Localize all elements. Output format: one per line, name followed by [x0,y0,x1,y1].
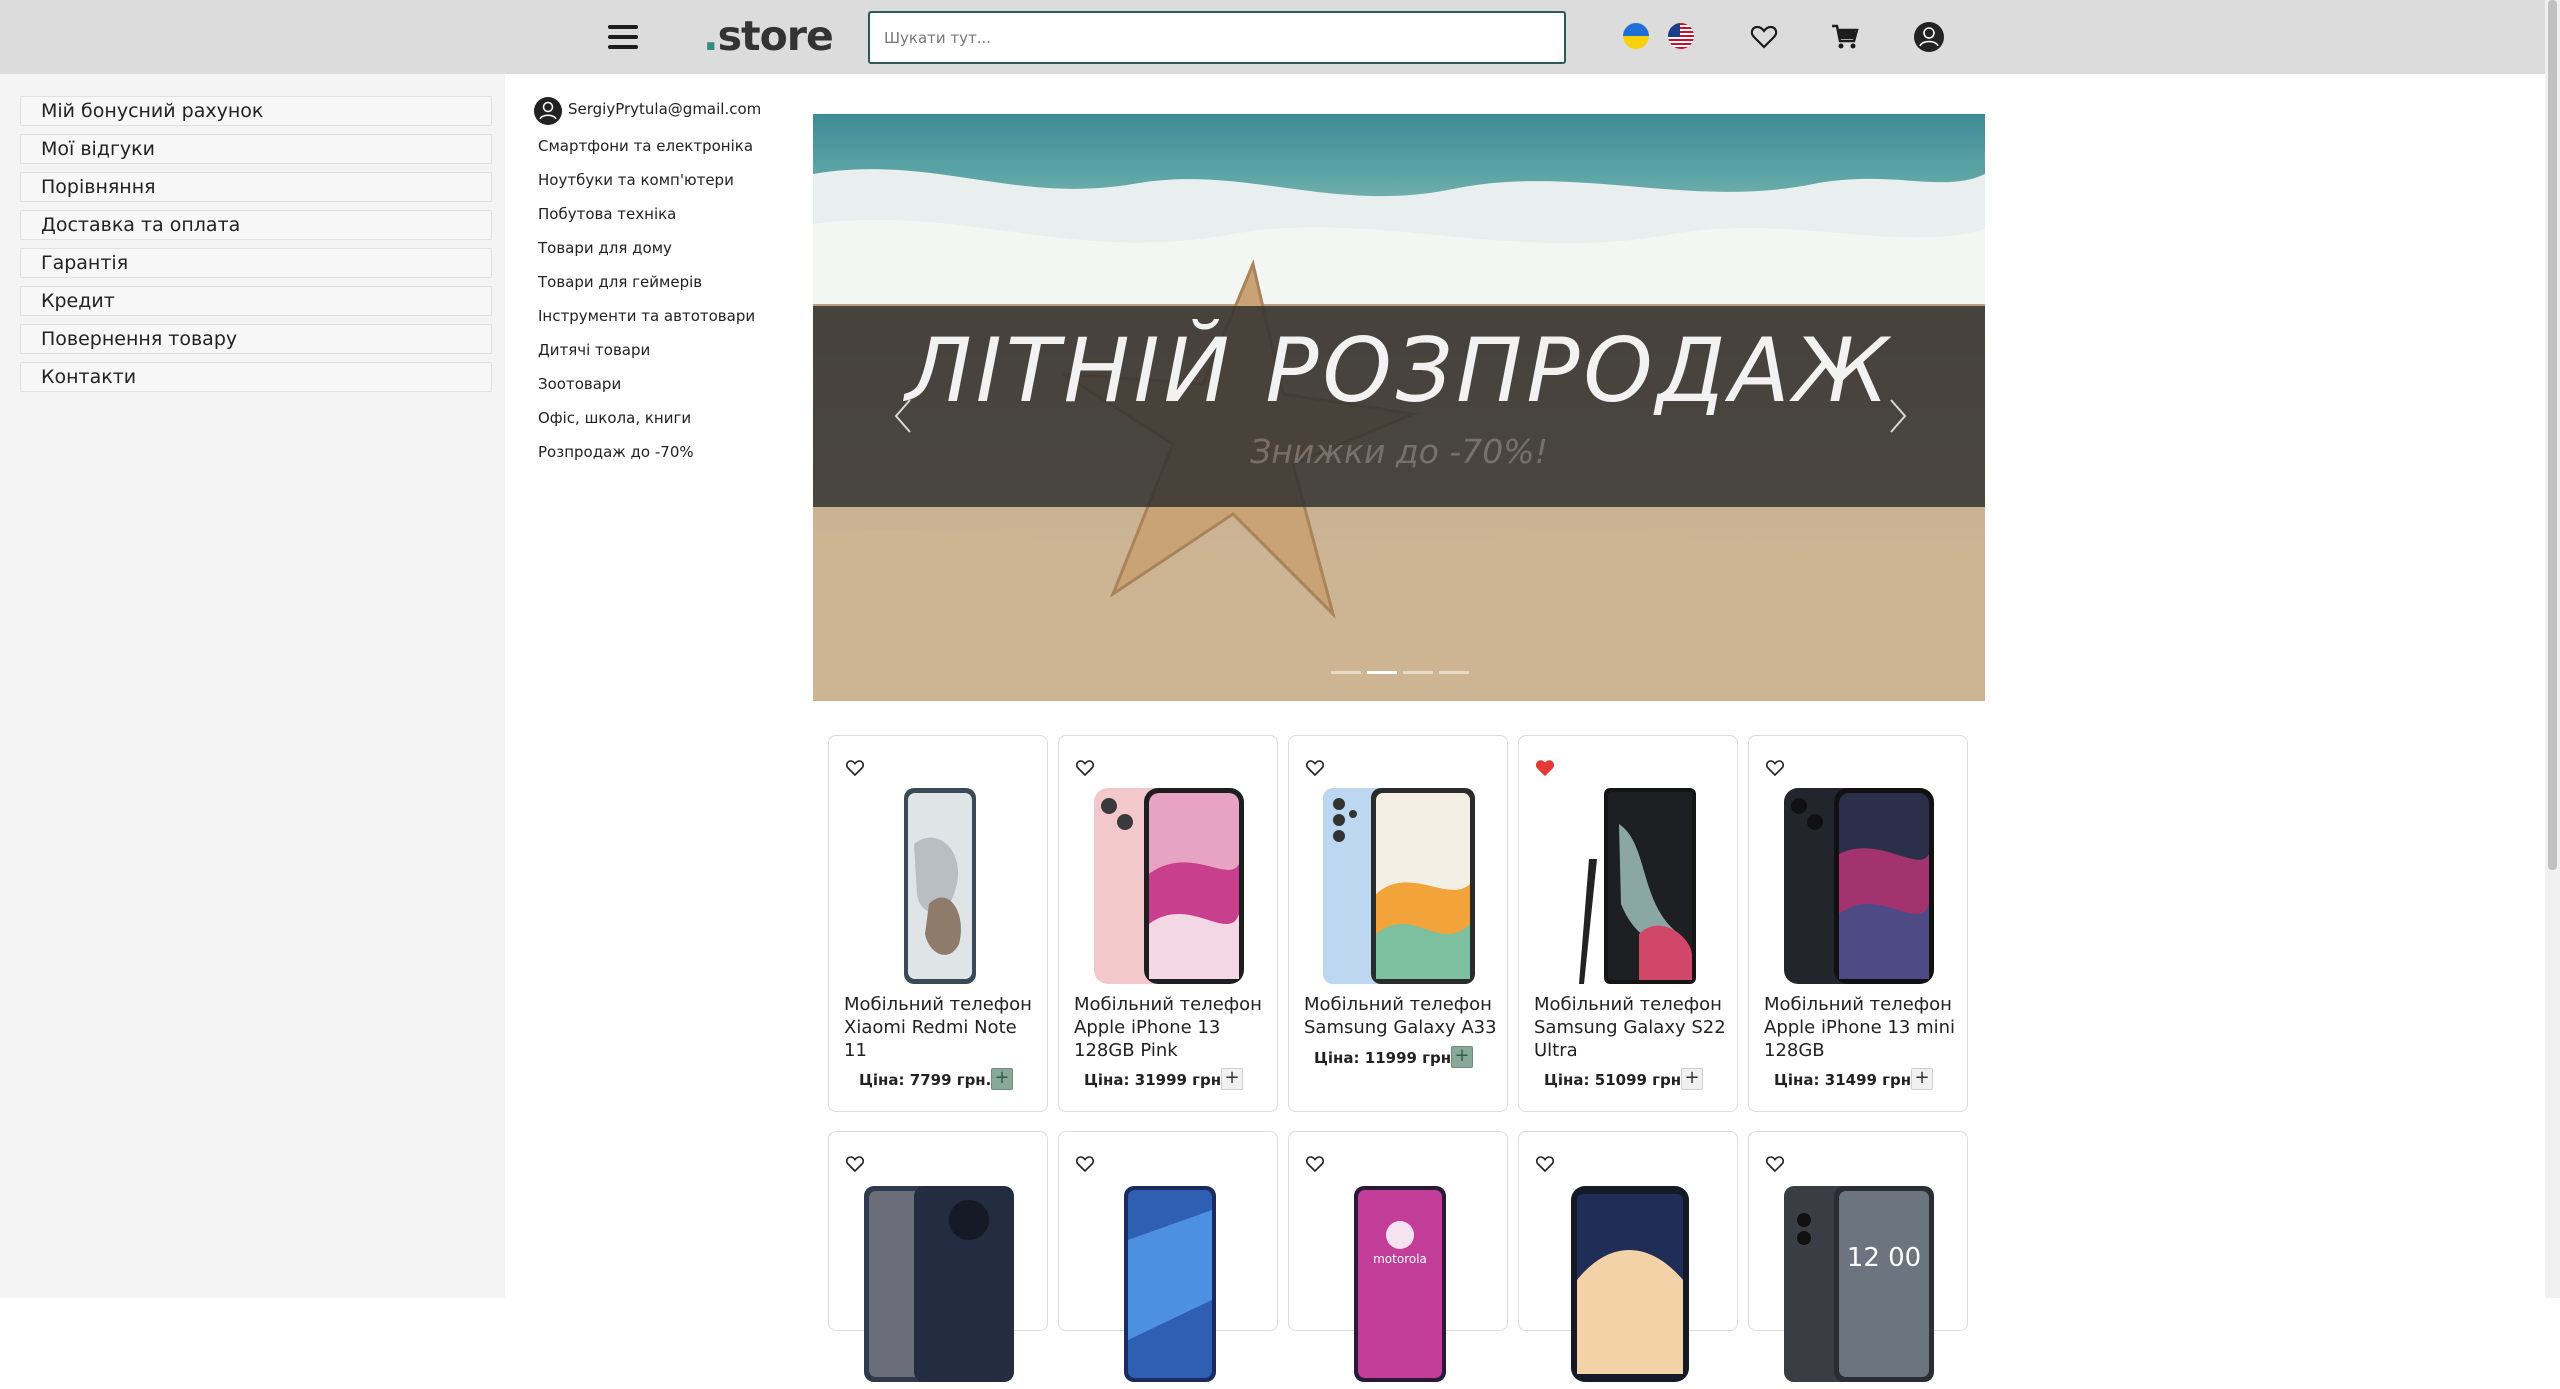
heart-icon[interactable] [1749,22,1779,52]
favorite-heart-icon[interactable] [1535,1154,1555,1174]
add-to-compare-button[interactable]: + [991,1068,1013,1090]
store-logo[interactable]: .store [703,12,834,60]
product-image-nokia[interactable] [859,1180,1019,1385]
product-card[interactable] [828,1131,1048,1382]
banner-subtitle: Знижки до -70%! [1250,432,1548,471]
carousel-indicator-active[interactable] [1367,671,1397,674]
sidebar-item-warranty[interactable]: Гарантія [20,248,492,278]
logo-text: store [717,12,834,60]
category-kids[interactable]: Дитячі товари [538,341,650,359]
product-card[interactable]: 12 00 [1748,1131,1968,1382]
menu-icon[interactable] [608,25,638,49]
favorite-heart-icon[interactable] [1075,1154,1095,1174]
favorite-heart-icon[interactable] [1305,758,1325,778]
product-image-xiaomi[interactable] [859,784,1019,989]
add-to-compare-button[interactable]: + [1221,1068,1243,1090]
page-scrollbar[interactable] [2545,0,2560,1298]
product-title[interactable]: Мобільний телефон Apple iPhone 13 mini 1… [1764,993,1959,1062]
product-price: Ціна: 31999 грн. [1084,1071,1227,1089]
sidebar-item-bonus[interactable]: Мій бонусний рахунок [20,96,492,126]
product-image-iphone13-mini[interactable] [1779,784,1939,989]
product-image-iphone-se[interactable] [1549,1180,1709,1385]
product-title[interactable]: Мобільний телефон Samsung Galaxy A33 [1304,993,1499,1039]
sidebar-item-credit[interactable]: Кредит [20,286,492,316]
cart-icon[interactable] [1830,22,1860,52]
favorite-heart-icon[interactable] [1075,758,1095,778]
carousel-next-icon[interactable] [1883,386,1913,446]
sidebar-item-compare[interactable]: Порівняння [20,172,492,202]
phone-clock-text: 12 00 [1846,1243,1922,1273]
carousel-indicators [1331,671,1475,677]
add-to-compare-button[interactable]: + [1451,1046,1473,1068]
product-card[interactable]: motorola [1288,1131,1508,1382]
product-card[interactable]: Мобільний телефон Apple iPhone 13 mini 1… [1748,735,1968,1112]
product-card[interactable] [1058,1131,1278,1382]
add-to-compare-button[interactable]: + [1911,1068,1933,1090]
product-price: Ціна: 7799 грн. [859,1071,992,1089]
search-input[interactable] [868,11,1566,64]
product-image-iphone13-pink[interactable] [1089,784,1249,989]
product-image-blue-phone[interactable] [1089,1180,1249,1385]
product-image-galaxy-a33[interactable] [1319,784,1479,989]
carousel-indicator[interactable] [1439,671,1469,674]
category-pets[interactable]: Зоотовари [538,375,621,393]
product-card[interactable]: Мобільний телефон Xiaomi Redmi Note 11 Ц… [828,735,1048,1112]
sidebar-item-returns[interactable]: Повернення товару [20,324,492,354]
product-price: Ціна: 51099 грн. [1544,1071,1687,1089]
product-price: Ціна: 31499 грн. [1774,1071,1917,1089]
add-to-compare-button[interactable]: + [1681,1068,1703,1090]
product-card[interactable]: Мобільний телефон Apple iPhone 13 128GB … [1058,735,1278,1112]
product-price: Ціна: 11999 грн. [1314,1049,1457,1067]
category-smartphones[interactable]: Смартфони та електроніка [538,137,753,155]
favorite-heart-icon[interactable] [1535,758,1555,778]
sidebar-item-contacts[interactable]: Контакти [20,362,492,392]
category-gamers[interactable]: Товари для геймерів [538,273,702,291]
product-card[interactable] [1518,1131,1738,1382]
carousel-prev-icon[interactable] [888,386,918,446]
product-title[interactable]: Мобільний телефон Apple iPhone 13 128GB … [1074,993,1269,1062]
scrollbar-thumb[interactable] [2548,0,2557,870]
category-home[interactable]: Товари для дому [538,239,672,257]
favorite-heart-icon[interactable] [1305,1154,1325,1174]
ukraine-flag-icon[interactable] [1623,23,1649,49]
account-email[interactable]: SergiyPrytula@gmail.com [568,100,761,118]
carousel-indicator[interactable] [1331,671,1361,674]
sidebar-item-reviews[interactable]: Мої відгуки [20,134,492,164]
favorite-heart-icon[interactable] [845,758,865,778]
usa-flag-icon[interactable] [1668,23,1694,49]
product-image-motorola[interactable]: motorola [1319,1180,1479,1385]
product-title[interactable]: Мобільний телефон Xiaomi Redmi Note 11 [844,993,1039,1062]
top-header: .store [0,0,2545,74]
product-card[interactable]: Мобільний телефон Samsung Galaxy S22 Ult… [1518,735,1738,1112]
sidebar-item-delivery[interactable]: Доставка та оплата [20,210,492,240]
category-sale[interactable]: Розпродаж до -70% [538,443,694,461]
favorite-heart-icon[interactable] [1765,1154,1785,1174]
product-image-galaxy-s22-ultra[interactable] [1549,784,1709,989]
banner-title: ЛІТНІЙ РОЗПРОДАЖ [905,319,1893,422]
logo-dot: . [703,12,719,60]
product-image-nokia-g[interactable]: 12 00 [1779,1180,1939,1385]
category-office[interactable]: Офіс, школа, книги [538,409,691,427]
category-tools[interactable]: Інструменти та автотовари [538,307,755,325]
motorola-screen-text: motorola [1373,1252,1427,1266]
product-card[interactable]: Мобільний телефон Samsung Galaxy A33 Цін… [1288,735,1508,1112]
promo-carousel[interactable]: ЛІТНІЙ РОЗПРОДАЖ Знижки до -70%! [813,114,1985,701]
category-appliances[interactable]: Побутова техніка [538,205,676,223]
carousel-indicator[interactable] [1403,671,1433,674]
product-title[interactable]: Мобільний телефон Samsung Galaxy S22 Ult… [1534,993,1729,1062]
account-avatar[interactable] [533,96,563,126]
left-sidebar: Мій бонусний рахунок Мої відгуки Порівня… [0,74,505,1298]
user-icon[interactable] [1913,21,1944,52]
category-laptops[interactable]: Ноутбуки та комп'ютери [538,171,734,189]
favorite-heart-icon[interactable] [1765,758,1785,778]
favorite-heart-icon[interactable] [845,1154,865,1174]
